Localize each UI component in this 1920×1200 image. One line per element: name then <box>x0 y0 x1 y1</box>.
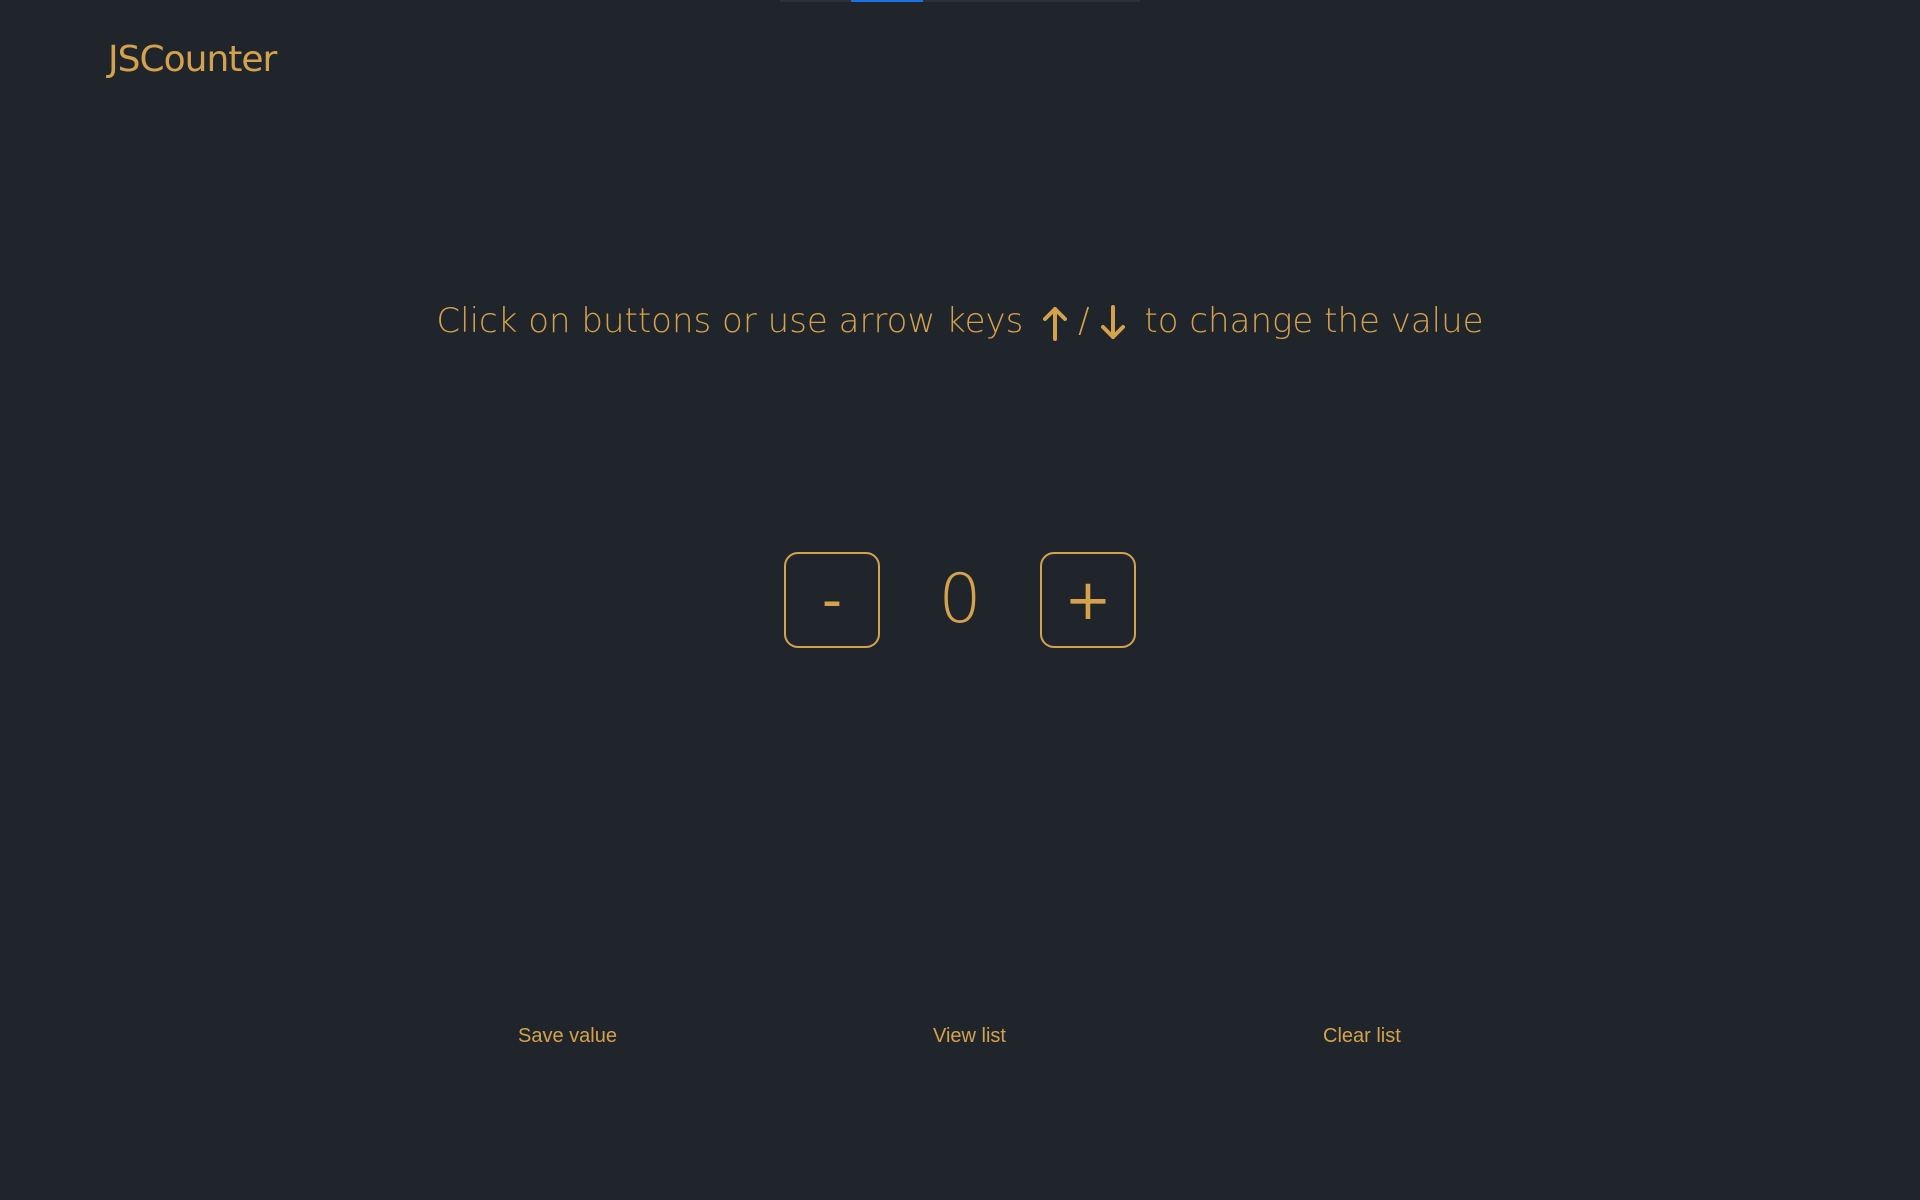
save-value-button[interactable]: Save value <box>518 1022 617 1050</box>
decrement-button[interactable]: - <box>784 552 880 648</box>
clear-list-button[interactable]: Clear list <box>1323 1022 1401 1050</box>
action-bar: Save value View list Clear list <box>0 1022 1920 1052</box>
active-tab-indicator <box>851 0 923 2</box>
instructions-slash: / <box>1078 301 1090 341</box>
increment-button[interactable]: + <box>1040 552 1136 648</box>
instructions-after: to change the value <box>1144 301 1484 341</box>
view-list-button[interactable]: View list <box>933 1022 1006 1050</box>
top-tab-strip <box>780 0 1140 2</box>
app-page: JSCounter Click on buttons or use arrow … <box>0 0 1920 1200</box>
instructions-before: Click on buttons or use arrow keys <box>436 301 1024 341</box>
arrow-up-icon <box>1038 303 1072 343</box>
instructions: Click on buttons or use arrow keys / to … <box>0 296 1920 346</box>
counter-value: 0 <box>938 560 982 639</box>
counter-row: - 0 + <box>0 552 1920 648</box>
app-logo: JSCounter <box>108 39 277 80</box>
arrow-down-icon <box>1096 303 1130 343</box>
